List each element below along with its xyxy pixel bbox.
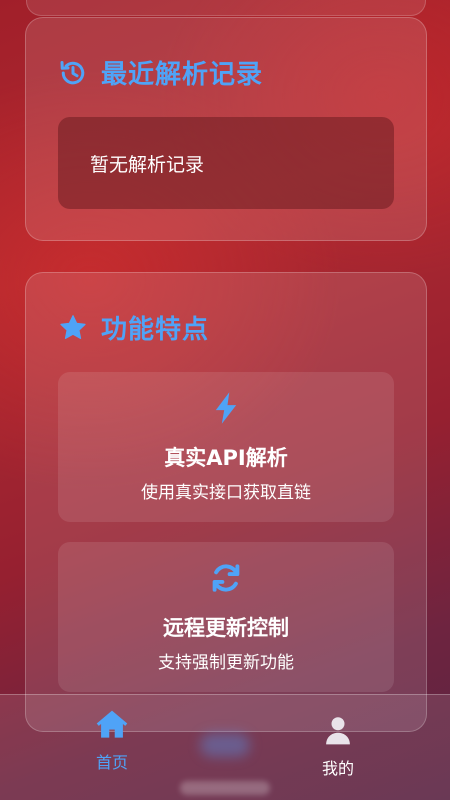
bottom-navigation: 首页 我的 [0, 694, 450, 800]
empty-state-text: 暂无解析记录 [90, 153, 205, 176]
user-icon [326, 717, 350, 745]
features-header: 功能特点 [58, 309, 209, 346]
nav-label-home: 首页 [95, 753, 128, 772]
previous-card-edge [26, 0, 426, 16]
recent-records-title: 最近解析记录 [101, 60, 264, 90]
nav-item-home[interactable]: 首页 [52, 695, 172, 800]
history-icon [60, 60, 85, 84]
features-title: 功能特点 [101, 315, 210, 345]
feature-description: 支持强制更新功能 [158, 653, 294, 673]
home-indicator [180, 781, 270, 795]
feature-title: 真实API解析 [164, 446, 288, 470]
recent-records-card: 最近解析记录 暂无解析记录 [25, 17, 427, 241]
nav-indicator-glow [200, 733, 250, 757]
home-icon [96, 710, 128, 738]
feature-item-remote-update: 远程更新控制 支持强制更新功能 [58, 542, 394, 692]
feature-title: 远程更新控制 [163, 616, 289, 640]
recent-records-empty-state: 暂无解析记录 [58, 117, 394, 209]
features-card: 功能特点 真实API解析 使用真实接口获取直链 远程更新控制 支持强制更新功能 [25, 272, 427, 732]
sync-icon [212, 564, 240, 592]
recent-records-header: 最近解析记录 [58, 54, 263, 91]
bolt-icon [215, 392, 237, 424]
nav-label-mine: 我的 [321, 759, 354, 778]
nav-item-mine[interactable]: 我的 [278, 695, 398, 800]
feature-item-real-api: 真实API解析 使用真实接口获取直链 [58, 372, 394, 522]
feature-description: 使用真实接口获取直链 [141, 483, 311, 503]
star-icon [60, 314, 86, 339]
